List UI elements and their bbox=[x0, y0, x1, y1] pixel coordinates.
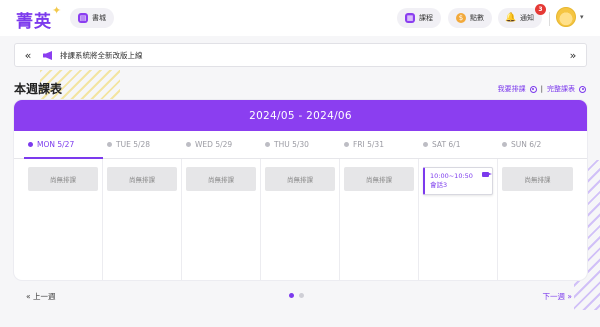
day-column: 10:00~10:50 會話3 bbox=[419, 159, 498, 280]
points-button[interactable]: $ 點數 bbox=[448, 8, 492, 28]
dot-icon bbox=[423, 142, 428, 147]
grid-icon: ▦ bbox=[405, 13, 415, 23]
courses-label: 課程 bbox=[419, 14, 433, 22]
lesson-card[interactable]: 10:00~10:50 會話3 bbox=[423, 167, 493, 195]
book-icon: ▤ bbox=[78, 13, 88, 23]
tab-label: WED 5/29 bbox=[195, 140, 233, 149]
notification-count-badge: 3 bbox=[535, 4, 546, 15]
day-tabs: MON 5/27 TUE 5/28 WED 5/29 THU 5/30 FRI … bbox=[14, 131, 587, 159]
day-column: 尚無排課 bbox=[182, 159, 261, 280]
logo[interactable]: 菁英 bbox=[16, 7, 52, 32]
tab-tue[interactable]: TUE 5/28 bbox=[103, 131, 182, 158]
page-title: 本週課表 bbox=[14, 82, 63, 96]
tab-wed[interactable]: WED 5/29 bbox=[182, 131, 261, 158]
tab-fri[interactable]: FRI 5/31 bbox=[340, 131, 419, 158]
date-range-header: 2024/05 - 2024/06 bbox=[14, 100, 587, 131]
tab-thu[interactable]: THU 5/30 bbox=[261, 131, 340, 158]
no-lesson-slot: 尚無排課 bbox=[28, 167, 98, 191]
tab-label: THU 5/30 bbox=[274, 140, 309, 149]
coin-icon: $ bbox=[456, 13, 466, 23]
courses-button[interactable]: ▦ 課程 bbox=[397, 8, 441, 28]
dot-icon bbox=[265, 142, 270, 147]
announcement-text[interactable]: 排課系統將全新改版上線 bbox=[60, 50, 143, 61]
circle-arrow-icon[interactable] bbox=[579, 85, 586, 93]
day-column: 尚無排課 bbox=[24, 159, 103, 280]
top-navbar: 菁英 ✦ ▤ 書城 ▦ 課程 $ 點數 🔔 通知 3 ▾ bbox=[0, 0, 600, 36]
previous-week-link[interactable]: « 上一週 bbox=[26, 291, 55, 302]
dot-icon bbox=[502, 142, 507, 147]
lesson-time: 10:00~10:50 bbox=[430, 172, 473, 180]
announcement-next-button[interactable]: » bbox=[564, 49, 582, 62]
tab-label: MON 5/27 bbox=[37, 140, 75, 149]
link-separator: | bbox=[540, 85, 543, 93]
full-schedule-link[interactable]: 完整課表 bbox=[547, 84, 575, 94]
dot-icon bbox=[107, 142, 112, 147]
dot-icon bbox=[186, 142, 191, 147]
no-lesson-slot: 尚無排課 bbox=[265, 167, 335, 191]
lesson-name: 會話3 bbox=[430, 181, 448, 189]
bookstore-button[interactable]: ▤ 書城 bbox=[70, 8, 114, 28]
no-lesson-slot: 尚無排課 bbox=[344, 167, 414, 191]
schedule-grid: 尚無排課 尚無排課 尚無排課 尚無排課 尚無排課 10:00~10:50 會話3… bbox=[14, 159, 587, 280]
announcement-bar: « 排課系統將全新改版上線 » bbox=[14, 43, 587, 67]
weekly-schedule-card: 2024/05 - 2024/06 MON 5/27 TUE 5/28 WED … bbox=[14, 100, 587, 280]
schedule-links: 我要排課 | 完整課表 bbox=[498, 84, 586, 94]
no-lesson-slot: 尚無排課 bbox=[186, 167, 256, 191]
sparkle-icon: ✦ bbox=[52, 4, 62, 17]
day-column: 尚無排課 bbox=[261, 159, 340, 280]
header-divider bbox=[549, 12, 550, 26]
notifications-label: 通知 bbox=[520, 14, 534, 22]
video-camera-icon bbox=[482, 172, 492, 177]
page-dots bbox=[289, 293, 304, 298]
tab-label: SAT 6/1 bbox=[432, 140, 461, 149]
bell-icon: 🔔 bbox=[505, 13, 517, 23]
bookstore-label: 書城 bbox=[92, 14, 106, 22]
circle-arrow-icon[interactable] bbox=[529, 85, 537, 93]
tab-label: TUE 5/28 bbox=[116, 140, 151, 149]
book-lesson-link[interactable]: 我要排課 bbox=[498, 84, 526, 94]
page-dot[interactable] bbox=[299, 293, 304, 298]
dot-icon bbox=[28, 142, 33, 147]
points-label: 點數 bbox=[470, 14, 484, 22]
day-column: 尚無排課 bbox=[340, 159, 419, 280]
dot-icon bbox=[344, 142, 349, 147]
announcement-prev-button[interactable]: « bbox=[19, 49, 37, 62]
page-dot-active[interactable] bbox=[289, 293, 294, 298]
next-week-link[interactable]: 下一週 » bbox=[543, 291, 572, 302]
tab-mon[interactable]: MON 5/27 bbox=[24, 131, 103, 159]
tab-label: SUN 6/2 bbox=[511, 140, 542, 149]
tab-label: FRI 5/31 bbox=[353, 140, 384, 149]
tab-sat[interactable]: SAT 6/1 bbox=[419, 131, 498, 158]
avatar[interactable] bbox=[556, 7, 576, 27]
no-lesson-slot: 尚無排課 bbox=[502, 167, 573, 191]
chevron-down-icon[interactable]: ▾ bbox=[580, 13, 584, 21]
no-lesson-slot: 尚無排課 bbox=[107, 167, 177, 191]
day-column: 尚無排課 bbox=[103, 159, 182, 280]
megaphone-icon bbox=[43, 51, 52, 60]
tab-sun[interactable]: SUN 6/2 bbox=[498, 131, 577, 158]
day-column: 尚無排課 bbox=[498, 159, 577, 280]
